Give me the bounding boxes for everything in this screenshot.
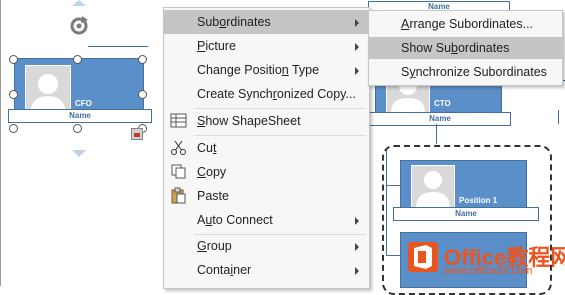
submenu-item-arrange-subordinates[interactable]: Arrange Subordinates... (369, 13, 562, 35)
menu-item-paste[interactable]: Paste (164, 184, 369, 208)
menu-item-label: Change Position Type (197, 63, 320, 77)
org-name-field[interactable]: Name (8, 109, 152, 123)
shapesheet-icon (170, 112, 187, 129)
submenu-item-label: Synchronize Subordinates (401, 65, 547, 79)
connector-line (386, 185, 400, 186)
connector-line (88, 46, 148, 47)
selection-handle[interactable] (73, 124, 82, 133)
rotate-icon[interactable] (68, 15, 90, 37)
canvas-border (0, 0, 1, 286)
selection-handle[interactable] (73, 55, 82, 64)
paste-icon (170, 187, 187, 204)
menu-item-label: Subordinates (197, 15, 271, 29)
submenu-item-show-subordinates[interactable]: Show Subordinates (369, 37, 562, 59)
org-name-field[interactable]: Name (369, 112, 511, 126)
menu-item-label: Container (197, 263, 252, 277)
office-logo-icon (408, 242, 438, 272)
submenu-arrow-icon (355, 217, 359, 225)
connector-line (558, 110, 559, 124)
subordinates-submenu: Arrange Subordinates... Show Subordinate… (368, 10, 563, 86)
org-name-field[interactable]: Name (393, 207, 539, 221)
menu-item-copy[interactable]: Copy (164, 160, 369, 184)
org-title: CTO (434, 99, 451, 108)
menu-item-group[interactable]: Group (164, 234, 369, 258)
submenu-arrow-icon (355, 67, 359, 75)
connector-line (386, 255, 400, 256)
connector-line (436, 124, 437, 144)
menu-item-label: Create Synchronized Copy... (197, 87, 356, 101)
menu-item-cut[interactable]: Cut (164, 136, 369, 160)
menu-item-subordinates[interactable]: Subordinates (164, 10, 369, 34)
arrow-down-icon[interactable] (72, 150, 86, 157)
org-title: CFO (75, 99, 92, 108)
submenu-arrow-icon (355, 43, 359, 51)
org-title: Position 1 (459, 196, 498, 205)
menu-item-auto-connect[interactable]: Auto Connect (164, 208, 369, 232)
submenu-item-synchronize-subordinates[interactable]: Synchronize Subordinates (369, 61, 562, 83)
copy-icon (170, 163, 187, 180)
submenu-arrow-icon (355, 243, 359, 251)
submenu-arrow-icon (355, 19, 359, 27)
selection-handle[interactable] (9, 55, 18, 64)
selection-handle[interactable] (138, 90, 147, 99)
action-tag-icon[interactable] (131, 128, 143, 140)
submenu-arrow-icon (355, 267, 359, 275)
context-menu: Subordinates Picture Change Position Typ… (163, 7, 370, 289)
selection-handle[interactable] (9, 124, 18, 133)
menu-item-label: Paste (197, 189, 229, 203)
selection-handle[interactable] (138, 55, 147, 64)
menu-item-create-synchronized-copy[interactable]: Create Synchronized Copy... (164, 82, 369, 106)
org-shape-position[interactable]: Position 1 (400, 160, 527, 210)
menu-item-label: Auto Connect (197, 213, 273, 227)
menu-item-label: Picture (197, 39, 236, 53)
watermark-url: www.office26.com (444, 265, 533, 277)
placeholder-photo (411, 165, 455, 209)
menu-item-picture[interactable]: Picture (164, 34, 369, 58)
watermark: Office教程网 www.office26.com (408, 240, 565, 284)
selection-handle[interactable] (9, 90, 18, 99)
submenu-item-label: Show Subordinates (401, 41, 510, 55)
connector-line (386, 150, 387, 256)
scissors-icon (170, 139, 187, 156)
menu-item-label: Group (197, 239, 232, 253)
menu-item-show-shapesheet[interactable]: Show ShapeSheet (164, 109, 369, 133)
menu-item-label: Cut (197, 141, 217, 155)
menu-item-label: Copy (197, 165, 227, 179)
submenu-item-label: Arrange Subordinates... (401, 17, 534, 31)
menu-item-container[interactable]: Container (164, 258, 369, 282)
menu-item-change-position-type[interactable]: Change Position Type (164, 58, 369, 82)
arrow-up-icon[interactable] (72, 0, 86, 6)
menu-item-label: Show ShapeSheet (197, 114, 301, 128)
